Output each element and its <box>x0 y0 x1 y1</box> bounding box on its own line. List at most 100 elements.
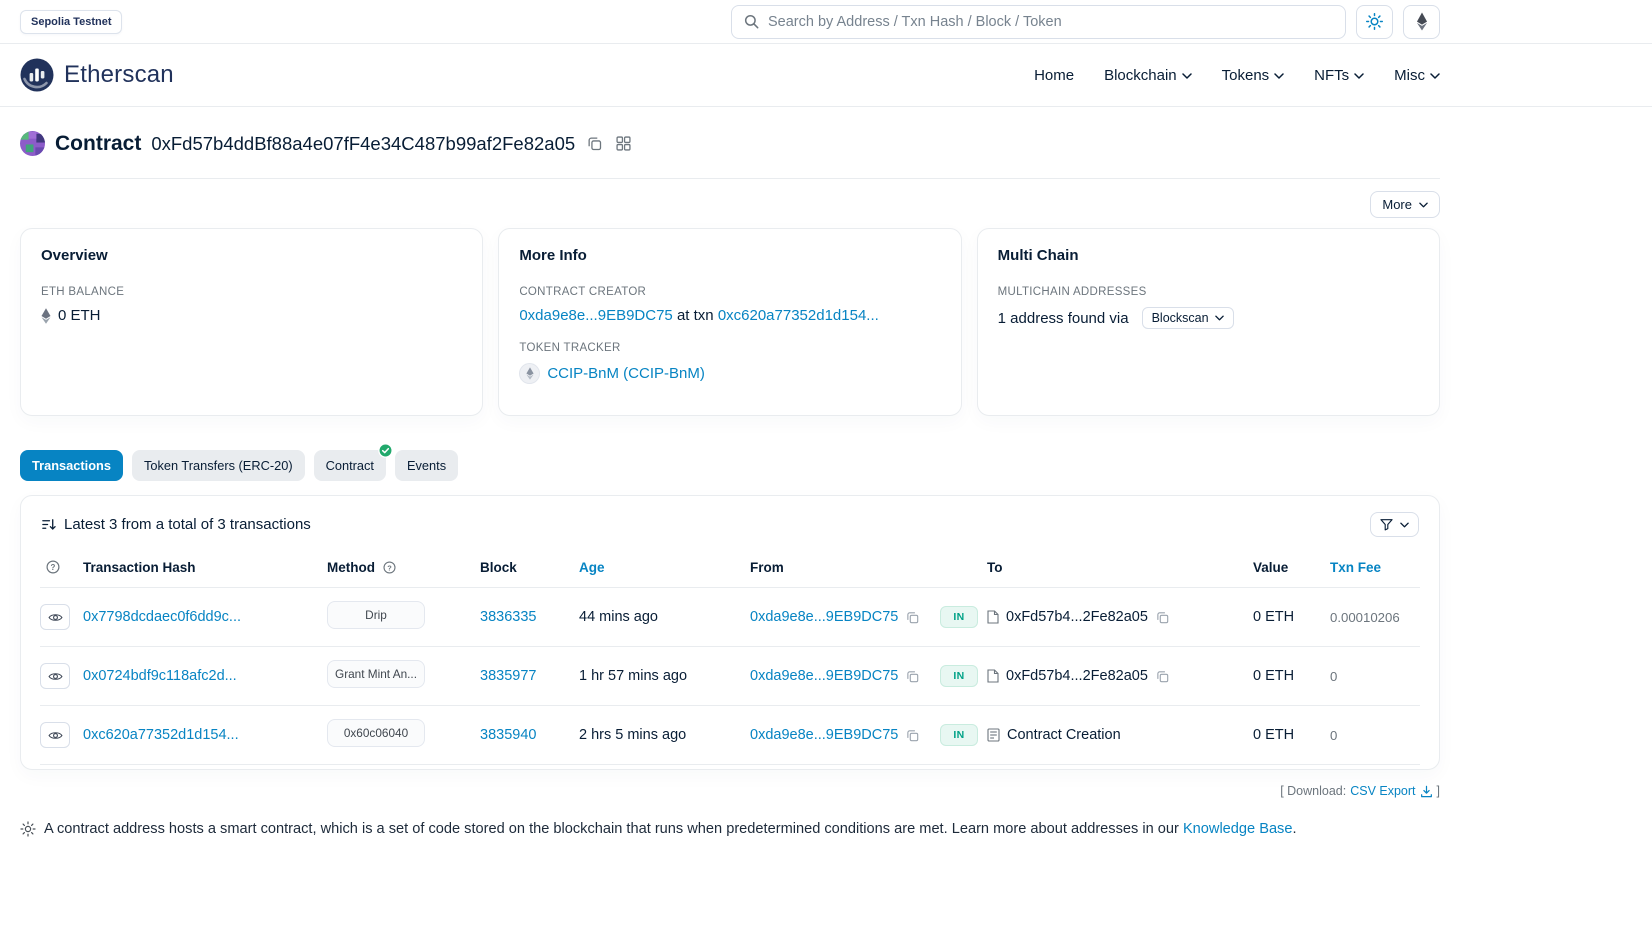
tx-hash-link[interactable]: 0xc620a77352d1d154... <box>83 727 239 743</box>
download-suffix: ] <box>1437 784 1440 798</box>
copy-address-button[interactable] <box>585 134 604 153</box>
eth-diamond-icon <box>41 308 51 324</box>
page-head: Contract 0xFd57b4ddBf88a4e07fF4e34C487b9… <box>20 131 1440 156</box>
block-link[interactable]: 3836335 <box>480 609 536 625</box>
creation-txn-link[interactable]: 0xc620a77352d1d154... <box>718 307 879 324</box>
tab-transactions[interactable]: Transactions <box>20 450 123 481</box>
token-tracker-link[interactable]: CCIP-BnM (CCIP-BnM) <box>547 365 705 382</box>
tab-events[interactable]: Events <box>395 450 458 481</box>
table-header-row: ? Transaction Hash Method ? Block Age <box>40 551 1420 588</box>
col-method: Method ? <box>327 551 480 588</box>
block-link[interactable]: 3835977 <box>480 668 536 684</box>
brand-name: Etherscan <box>64 61 174 89</box>
contract-creation-icon <box>987 728 1000 742</box>
method-badge[interactable]: 0x60c06040 <box>327 719 425 747</box>
copy-from-button[interactable] <box>905 728 920 743</box>
tab-token-transfers[interactable]: Token Transfers (ERC-20) <box>132 450 305 481</box>
multichain-card-title: Multi Chain <box>998 247 1419 264</box>
col-age-toggle[interactable]: Age <box>579 560 605 575</box>
overview-card-title: Overview <box>41 247 462 264</box>
note-suffix: . <box>1292 821 1296 837</box>
token-tracker-label: TOKEN TRACKER <box>519 342 940 354</box>
qr-code-button[interactable] <box>614 134 633 153</box>
filter-button[interactable] <box>1370 512 1419 537</box>
from-address-link[interactable]: 0xda9e8e...9EB9DC75 <box>750 668 898 684</box>
help-icon[interactable]: ? <box>383 561 396 574</box>
direction-badge: IN <box>940 665 978 687</box>
nav-item-blockchain[interactable]: Blockchain <box>1104 67 1192 84</box>
col-transaction-hash: Transaction Hash <box>83 551 327 588</box>
sort-icon <box>41 517 56 532</box>
help-icon[interactable]: ? <box>46 560 60 574</box>
eth-balance-value: 0 ETH <box>58 307 101 324</box>
preview-tx-button[interactable] <box>40 722 70 748</box>
multichain-card: Multi Chain MULTICHAIN ADDRESSES 1 addre… <box>977 228 1440 416</box>
age-text: 2 hrs 5 mins ago <box>579 727 686 743</box>
transaction-row: 0xc620a77352d1d154... 0x60c06040 3835940… <box>40 706 1420 765</box>
transactions-summary-text: Latest 3 from a total of 3 transactions <box>64 516 311 533</box>
more-info-card-title: More Info <box>519 247 940 264</box>
copy-to-button[interactable] <box>1155 669 1170 684</box>
knowledge-base-link[interactable]: Knowledge Base <box>1183 821 1293 837</box>
tx-hash-link[interactable]: 0x7798dcdaec0f6dd9c... <box>83 609 241 625</box>
tab-contract[interactable]: Contract <box>314 450 386 481</box>
search-input[interactable] <box>768 14 1333 30</box>
contract-file-icon <box>987 669 999 683</box>
network-menu-button[interactable] <box>1403 5 1440 39</box>
theme-toggle-button[interactable] <box>1356 5 1393 39</box>
chevron-down-icon <box>1430 71 1440 79</box>
to-address-text: 0xFd57b4...2Fe82a05 <box>1006 609 1148 625</box>
chevron-down-icon <box>1215 315 1224 321</box>
method-badge[interactable]: Grant Mint An... <box>327 660 425 688</box>
more-info-card: More Info CONTRACT CREATOR 0xda9e8e...9E… <box>498 228 961 416</box>
col-txn-fee-toggle[interactable]: Txn Fee <box>1330 560 1381 575</box>
more-button[interactable]: More <box>1370 191 1440 218</box>
from-address-link[interactable]: 0xda9e8e...9EB9DC75 <box>750 727 898 743</box>
search-box[interactable] <box>731 5 1346 39</box>
nav-item-nfts[interactable]: NFTs <box>1314 67 1364 84</box>
csv-export-link[interactable]: CSV Export <box>1350 784 1432 798</box>
token-icon <box>519 363 540 384</box>
value-text: 0 ETH <box>1253 609 1294 625</box>
transactions-card: Latest 3 from a total of 3 transactions <box>20 495 1440 770</box>
preview-tx-button[interactable] <box>40 663 70 689</box>
ethereum-icon <box>1416 12 1428 31</box>
copy-icon <box>906 670 919 683</box>
creator-address-link[interactable]: 0xda9e8e...9EB9DC75 <box>519 307 672 324</box>
download-icon <box>1420 785 1433 798</box>
block-link[interactable]: 3835940 <box>480 727 536 743</box>
col-from: From <box>750 551 940 588</box>
eye-icon <box>48 671 63 682</box>
transactions-table: ? Transaction Hash Method ? Block Age <box>40 551 1420 765</box>
from-address-link[interactable]: 0xda9e8e...9EB9DC75 <box>750 609 898 625</box>
copy-from-button[interactable] <box>905 610 920 625</box>
method-badge[interactable]: Drip <box>327 601 425 629</box>
contract-file-icon <box>987 610 999 624</box>
preview-tx-button[interactable] <box>40 604 70 630</box>
copy-to-button[interactable] <box>1155 610 1170 625</box>
download-prefix: [ Download: <box>1280 784 1346 798</box>
copy-icon <box>1156 670 1169 683</box>
copy-icon <box>587 136 602 151</box>
multichain-found-text: 1 address found via <box>998 310 1129 327</box>
nav-item-misc[interactable]: Misc <box>1394 67 1440 84</box>
direction-badge: IN <box>940 724 978 746</box>
tx-hash-link[interactable]: 0x0724bdf9c118afc2d... <box>83 668 237 684</box>
verified-check-icon <box>378 443 393 458</box>
nav-item-home[interactable]: Home <box>1034 67 1074 84</box>
address-avatar <box>20 131 45 156</box>
etherscan-logo[interactable]: Etherscan <box>20 58 174 92</box>
page-title: Contract <box>55 132 141 156</box>
chevron-down-icon <box>1354 71 1364 79</box>
network-badge[interactable]: Sepolia Testnet <box>20 10 122 34</box>
age-text: 1 hr 57 mins ago <box>579 668 687 684</box>
nav-item-tokens[interactable]: Tokens <box>1222 67 1285 84</box>
main-nav: Home Blockchain Tokens NFTs Misc <box>1034 67 1440 84</box>
overview-card: Overview ETH BALANCE 0 ETH <box>20 228 483 416</box>
summary-cards: Overview ETH BALANCE 0 ETH More Info CON… <box>20 228 1440 416</box>
copy-from-button[interactable] <box>905 669 920 684</box>
value-text: 0 ETH <box>1253 727 1294 743</box>
blockscan-dropdown[interactable]: Blockscan <box>1142 307 1234 329</box>
contract-address: 0xFd57b4ddBf88a4e07fF4e34C487b99af2Fe82a… <box>151 133 575 155</box>
chevron-down-icon <box>1419 202 1428 208</box>
